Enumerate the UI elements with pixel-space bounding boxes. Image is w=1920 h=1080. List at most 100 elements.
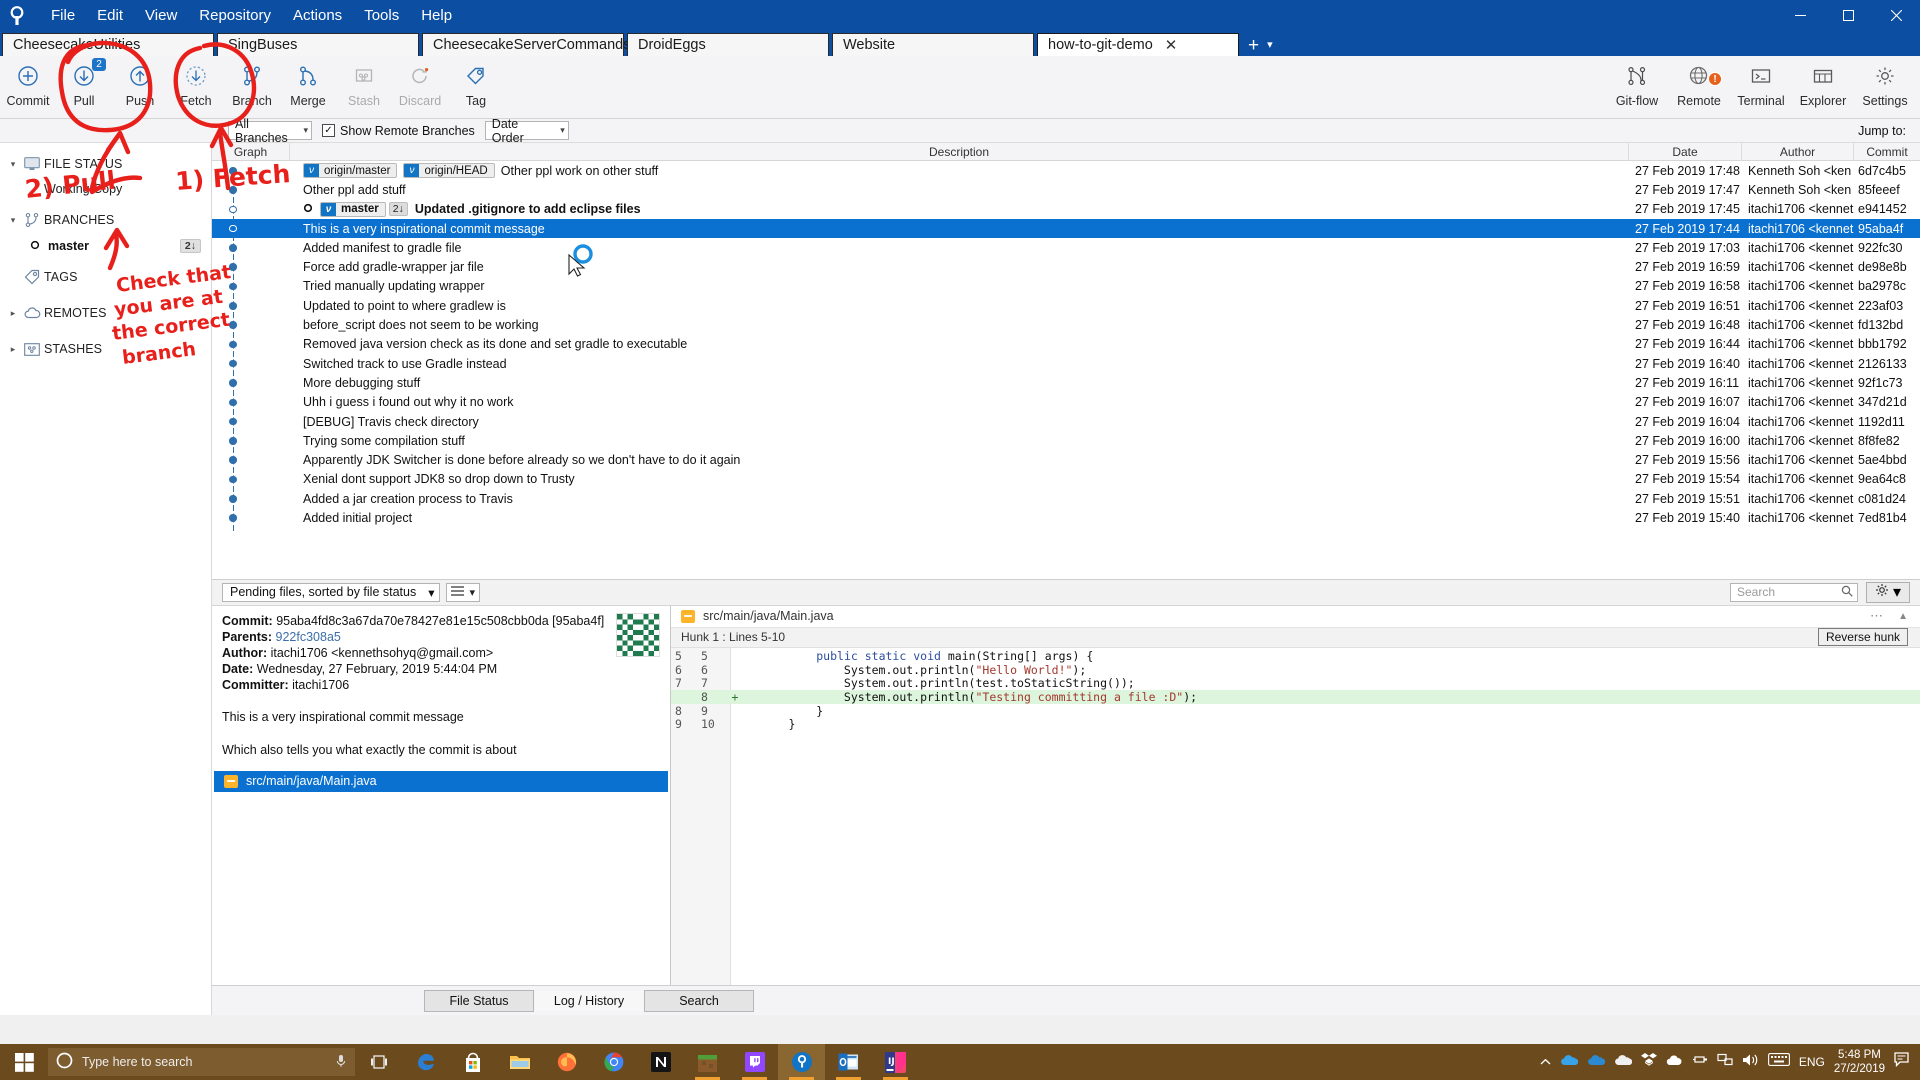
minimize-button[interactable] — [1776, 0, 1824, 31]
chevron-up-icon[interactable]: ▲ — [1898, 611, 1908, 622]
table-row[interactable]: Added manifest to gradle file27 Feb 2019… — [212, 238, 1920, 257]
ref-label[interactable]: νorigin/HEAD — [403, 163, 494, 178]
table-row[interactable]: [DEBUG] Travis check directory27 Feb 201… — [212, 412, 1920, 431]
taskbar-app-sourcetree-icon[interactable] — [778, 1044, 825, 1080]
tab-list-dropdown-icon[interactable]: ▾ — [1267, 38, 1273, 51]
table-row[interactable]: Removed java version check as its done a… — [212, 335, 1920, 354]
close-button[interactable] — [1872, 0, 1920, 31]
explorer-button[interactable]: Explorer — [1792, 56, 1854, 116]
table-row[interactable]: Xenial dont support JDK8 so drop down to… — [212, 470, 1920, 489]
list-item[interactable]: src/main/java/Main.java — [214, 771, 668, 792]
gitflow-button[interactable]: Git-flow — [1606, 56, 1668, 116]
taskbar-app-file-explorer-icon[interactable] — [496, 1044, 543, 1080]
sidebar-item-file-status[interactable]: ▾ FILE STATUS — [0, 151, 211, 177]
sidebar-item-working-copy[interactable]: Working Copy — [0, 177, 211, 201]
parents-value[interactable]: 922fc308a5 — [276, 630, 341, 644]
show-hidden-icons-icon[interactable] — [1540, 1053, 1551, 1071]
sidebar-item-stashes[interactable]: ▸ STASHES — [0, 336, 211, 362]
taskbar-app-microsoft-store-icon[interactable] — [449, 1044, 496, 1080]
tag-button[interactable]: Tag — [448, 56, 504, 116]
commit-list[interactable]: νorigin/masterνorigin/HEADOther ppl work… — [212, 161, 1920, 531]
tab-cheesecakeutilities[interactable]: CheesecakeUtilities — [2, 33, 214, 56]
column-header-author[interactable]: Author — [1742, 143, 1854, 161]
table-row[interactable]: Other ppl add stuff27 Feb 2019 17:47Kenn… — [212, 180, 1920, 199]
volume-icon[interactable] — [1742, 1053, 1759, 1072]
table-row[interactable]: Trying some compilation stuff27 Feb 2019… — [212, 431, 1920, 450]
column-header-date[interactable]: Date — [1629, 143, 1742, 161]
table-row[interactable]: Added initial project27 Feb 2019 15:40it… — [212, 508, 1920, 527]
onedrive-blue2-icon[interactable] — [1587, 1053, 1605, 1071]
tab-close-icon[interactable]: ✕ — [1165, 38, 1178, 53]
menu-repository[interactable]: Repository — [188, 3, 282, 29]
file-sort-select[interactable]: Pending files, sorted by file status ▾ — [222, 583, 440, 602]
table-row[interactable]: Apparently JDK Switcher is done before a… — [212, 450, 1920, 469]
branch-filter-select[interactable]: All Branches ▾ — [228, 121, 312, 140]
taskbar-app-minecraft-icon[interactable] — [684, 1044, 731, 1080]
taskbar-search-input[interactable]: Type here to search — [48, 1048, 355, 1076]
dropbox-icon[interactable] — [1641, 1052, 1657, 1072]
menu-file[interactable]: File — [40, 3, 86, 29]
table-row[interactable]: Initial commit27 Feb 2019 15:36Kenneth S… — [212, 528, 1920, 531]
ref-label[interactable]: νmaster — [320, 202, 386, 217]
settings-button[interactable]: Settings — [1854, 56, 1916, 116]
tab-how-to-git-demo[interactable]: how-to-git-demo ✕ — [1037, 33, 1239, 56]
sidebar-item-tags[interactable]: TAGS — [0, 264, 211, 290]
menu-edit[interactable]: Edit — [86, 3, 134, 29]
column-header-description[interactable]: Description — [290, 143, 1629, 161]
pull-button[interactable]: 2 Pull — [56, 56, 112, 116]
search-input[interactable]: Search — [1730, 583, 1858, 602]
menu-view[interactable]: View — [134, 3, 188, 29]
merge-button[interactable]: Merge — [280, 56, 336, 116]
table-row[interactable]: Added a jar creation process to Travis27… — [212, 489, 1920, 508]
stash-button[interactable]: Stash — [336, 56, 392, 116]
push-button[interactable]: Push — [112, 56, 168, 116]
usb-icon[interactable] — [1692, 1053, 1708, 1071]
sidebar-item-remotes[interactable]: ▸ REMOTES — [0, 300, 211, 326]
table-row[interactable]: νmaster2↓Updated .gitignore to add eclip… — [212, 200, 1920, 219]
tab-cheesecakeservercommands[interactable]: CheesecakeServerCommands — [422, 33, 624, 56]
table-row[interactable]: Switched track to use Gradle instead27 F… — [212, 354, 1920, 373]
table-row[interactable]: Tried manually updating wrapper27 Feb 20… — [212, 277, 1920, 296]
table-row[interactable]: More debugging stuff27 Feb 2019 16:11ita… — [212, 373, 1920, 392]
commit-button[interactable]: Commit — [0, 56, 56, 116]
table-row[interactable]: Force add gradle-wrapper jar file27 Feb … — [212, 257, 1920, 276]
new-tab-button[interactable]: + — [1248, 36, 1259, 55]
cloud-sync-icon[interactable] — [1666, 1053, 1683, 1071]
column-header-graph[interactable]: Graph — [212, 143, 290, 161]
maximize-button[interactable] — [1824, 0, 1872, 31]
table-row[interactable]: νorigin/masterνorigin/HEADOther ppl work… — [212, 161, 1920, 180]
tab-log-history[interactable]: Log / History — [534, 990, 644, 1012]
diff-overflow-menu-icon[interactable]: ⋯ — [1870, 608, 1884, 624]
action-center-icon[interactable] — [1894, 1052, 1912, 1073]
fetch-button[interactable]: Fetch — [168, 56, 224, 116]
menu-help[interactable]: Help — [410, 3, 463, 29]
menu-tools[interactable]: Tools — [353, 3, 410, 29]
taskbar-app-twitch-icon[interactable] — [731, 1044, 778, 1080]
discard-button[interactable]: Discard — [392, 56, 448, 116]
windows-start-icon[interactable] — [0, 1044, 48, 1080]
tab-search[interactable]: Search — [644, 990, 754, 1012]
branch-button[interactable]: Branch — [224, 56, 280, 116]
tab-file-status[interactable]: File Status — [424, 990, 534, 1012]
onedrive-white-icon[interactable] — [1614, 1053, 1632, 1071]
keyboard-icon[interactable] — [1768, 1053, 1790, 1071]
task-view-icon[interactable] — [355, 1044, 402, 1080]
show-remote-branches-checkbox[interactable]: ✓ Show Remote Branches — [322, 124, 475, 138]
clock[interactable]: 5:48 PM 27/2/2019 — [1834, 1048, 1885, 1076]
menu-actions[interactable]: Actions — [282, 3, 353, 29]
network-icon[interactable] — [1717, 1053, 1733, 1071]
tab-droideggs[interactable]: DroidEggs — [627, 33, 829, 56]
microphone-icon[interactable] — [335, 1054, 347, 1071]
tab-singbuses[interactable]: SingBuses — [217, 33, 419, 56]
taskbar-app-firefox-icon[interactable] — [543, 1044, 590, 1080]
taskbar-app-edge-icon[interactable] — [402, 1044, 449, 1080]
order-select[interactable]: Date Order ▾ — [485, 121, 569, 140]
taskbar-app-notion-icon[interactable] — [637, 1044, 684, 1080]
sidebar-item-branch-master[interactable]: master 2↓ — [0, 233, 211, 259]
ref-label[interactable]: νorigin/master — [303, 163, 397, 178]
terminal-button[interactable]: Terminal — [1730, 56, 1792, 116]
onedrive-blue-icon[interactable] — [1560, 1053, 1578, 1071]
remote-button[interactable]: ! Remote — [1668, 56, 1730, 116]
diff-file-header[interactable]: src/main/java/Main.java ⋯ ▲ — [671, 606, 1920, 628]
table-row[interactable]: This is a very inspirational commit mess… — [212, 219, 1920, 238]
